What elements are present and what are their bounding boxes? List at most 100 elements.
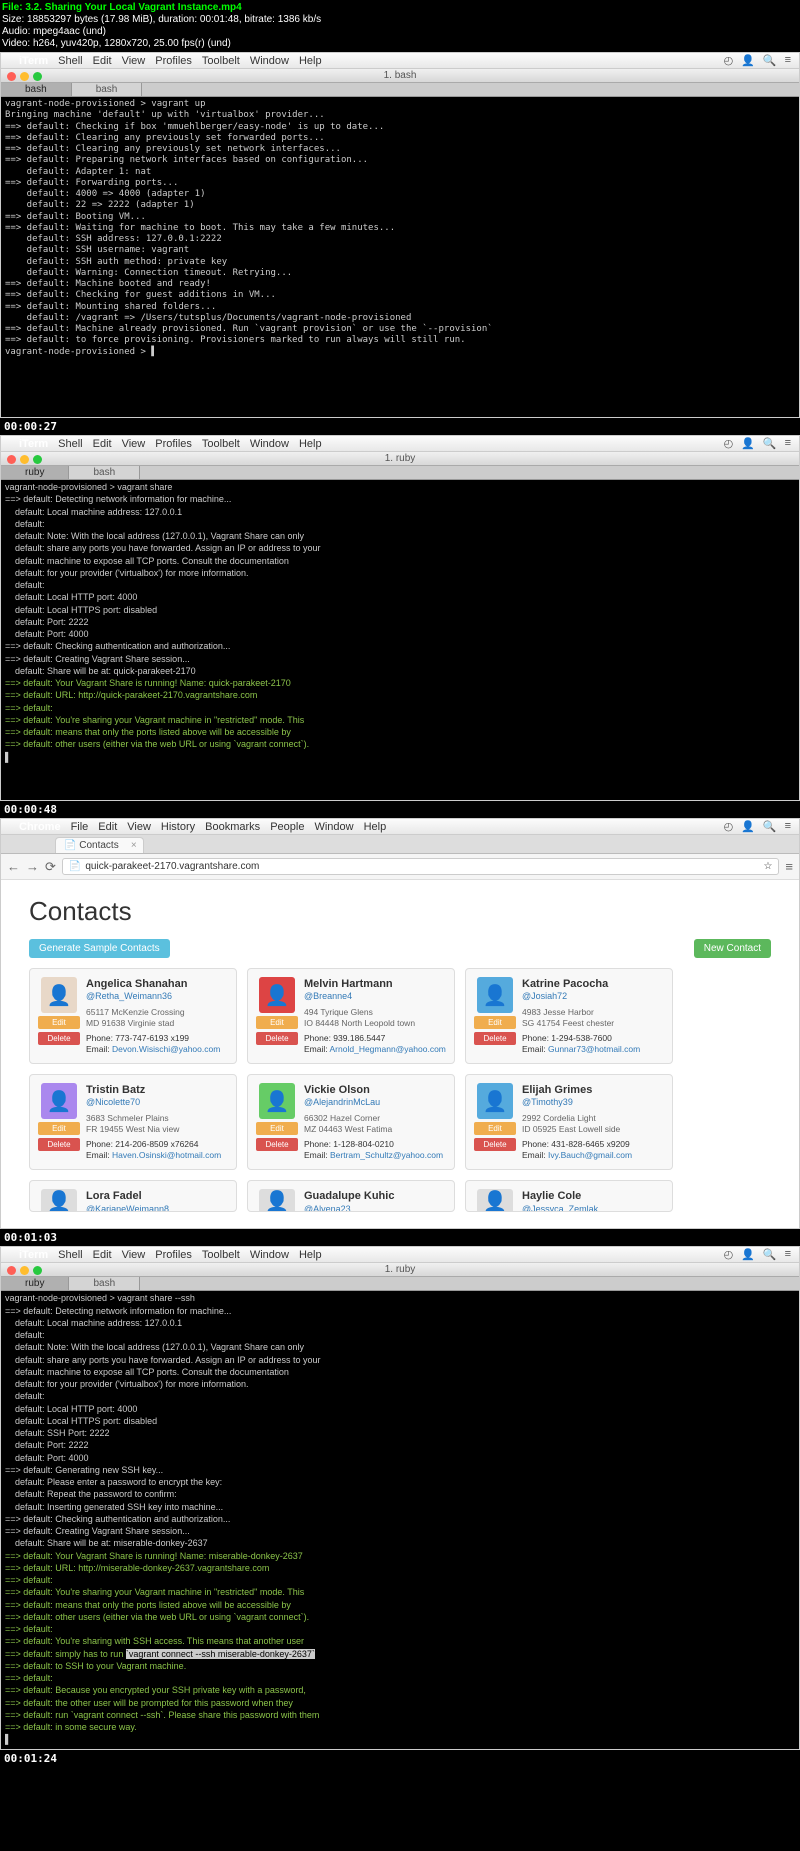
contact-handle[interactable]: @KarianeWeimann8	[86, 1204, 228, 1213]
maximize-icon[interactable]	[33, 839, 42, 848]
menu-edit[interactable]: Edit	[93, 438, 112, 450]
minimize-icon[interactable]	[20, 839, 29, 848]
tab-ruby[interactable]: ruby	[1, 1277, 69, 1290]
menu-shell[interactable]: Shell	[58, 55, 82, 67]
browser-tab[interactable]: 📄 Contacts×	[55, 837, 144, 853]
app-name[interactable]: iTerm	[19, 438, 48, 450]
edit-button[interactable]: Edit	[474, 1122, 516, 1135]
tab-bash[interactable]: bash	[69, 1277, 140, 1290]
menu-toolbelt[interactable]: Toolbelt	[202, 1249, 240, 1261]
email-link[interactable]: Haven.Osinski@hotmail.com	[112, 1150, 221, 1160]
edit-button[interactable]: Edit	[474, 1016, 516, 1029]
back-button[interactable]: ←	[7, 859, 20, 874]
terminal-output-1[interactable]: vagrant-node-provisioned > vagrant up Br…	[1, 97, 799, 417]
search-icon[interactable]: 🔍	[763, 54, 777, 67]
reload-button[interactable]: ⟳	[45, 859, 56, 875]
menu-edit[interactable]: Edit	[93, 1249, 112, 1261]
menu-toolbelt[interactable]: Toolbelt	[202, 55, 240, 67]
close-icon[interactable]	[7, 1266, 16, 1275]
search-icon[interactable]: 🔍	[763, 1248, 777, 1261]
tab-bash[interactable]: bash	[69, 466, 140, 479]
minimize-icon[interactable]	[20, 1266, 29, 1275]
user-icon[interactable]: 👤	[741, 54, 755, 67]
tab-bash-1[interactable]: bash	[1, 83, 72, 96]
menu-window[interactable]: Window	[250, 55, 289, 67]
contact-handle[interactable]: @Retha_Weimann36	[86, 991, 228, 1003]
maximize-icon[interactable]	[33, 1266, 42, 1275]
menu-icon[interactable]: ≡	[785, 54, 791, 67]
contact-handle[interactable]: @Jessyca_Zemlak	[522, 1204, 664, 1213]
search-icon[interactable]: 🔍	[763, 437, 777, 450]
menu-toolbelt[interactable]: Toolbelt	[202, 438, 240, 450]
forward-button[interactable]: →	[26, 859, 39, 874]
menu-edit[interactable]: Edit	[98, 821, 117, 833]
menu-profiles[interactable]: Profiles	[155, 1249, 192, 1261]
new-contact-button[interactable]: New Contact	[694, 939, 771, 958]
menu-window[interactable]: Window	[250, 1249, 289, 1261]
delete-button[interactable]: Delete	[38, 1138, 80, 1151]
close-icon[interactable]	[7, 72, 16, 81]
menu-people[interactable]: People	[270, 821, 304, 833]
clock-icon[interactable]: ◴	[724, 820, 734, 833]
menu-icon[interactable]: ≡	[785, 1248, 791, 1261]
edit-button[interactable]: Edit	[38, 1122, 80, 1135]
menu-view[interactable]: View	[122, 438, 146, 450]
menu-window[interactable]: Window	[250, 438, 289, 450]
minimize-icon[interactable]	[20, 72, 29, 81]
menu-icon[interactable]: ≡	[785, 437, 791, 450]
menu-shell[interactable]: Shell	[58, 438, 82, 450]
close-icon[interactable]	[7, 455, 16, 464]
clock-icon[interactable]: ◴	[724, 437, 734, 450]
user-icon[interactable]: 👤	[741, 437, 755, 450]
edit-button[interactable]: Edit	[38, 1016, 80, 1029]
maximize-icon[interactable]	[33, 72, 42, 81]
minimize-icon[interactable]	[20, 455, 29, 464]
email-link[interactable]: Devon.Wisischi@yahoo.com	[112, 1044, 220, 1054]
contact-handle[interactable]: @Josiah72	[522, 991, 664, 1003]
menu-history[interactable]: History	[161, 821, 195, 833]
close-icon[interactable]	[7, 839, 16, 848]
menu-view[interactable]: View	[122, 55, 146, 67]
menu-shell[interactable]: Shell	[58, 1249, 82, 1261]
tab-ruby[interactable]: ruby	[1, 466, 69, 479]
menu-help[interactable]: Help	[299, 1249, 322, 1261]
menu-window[interactable]: Window	[314, 821, 353, 833]
menu-profiles[interactable]: Profiles	[155, 438, 192, 450]
contact-handle[interactable]: @Nicolette70	[86, 1097, 228, 1109]
tab-bash-2[interactable]: bash	[72, 83, 143, 96]
clock-icon[interactable]: ◴	[724, 1248, 734, 1261]
edit-button[interactable]: Edit	[256, 1016, 298, 1029]
star-icon[interactable]: ☆	[763, 861, 772, 872]
contact-handle[interactable]: @Timothy39	[522, 1097, 664, 1109]
contact-handle[interactable]: @Alvena23	[304, 1204, 446, 1213]
edit-button[interactable]: Edit	[256, 1122, 298, 1135]
clock-icon[interactable]: ◴	[724, 54, 734, 67]
app-name[interactable]: Chrome	[19, 821, 61, 833]
menu-bookmarks[interactable]: Bookmarks	[205, 821, 260, 833]
email-link[interactable]: Bertram_Schultz@yahoo.com	[330, 1150, 443, 1160]
app-name[interactable]: iTerm	[19, 1249, 48, 1261]
menu-view[interactable]: View	[122, 1249, 146, 1261]
delete-button[interactable]: Delete	[38, 1032, 80, 1045]
terminal-output-2[interactable]: vagrant-node-provisioned > vagrant share…	[1, 480, 799, 800]
menu-profiles[interactable]: Profiles	[155, 55, 192, 67]
menu-view[interactable]: View	[127, 821, 151, 833]
menu-help[interactable]: Help	[299, 438, 322, 450]
menu-icon[interactable]: ≡	[785, 859, 793, 874]
contact-handle[interactable]: @Breanne4	[304, 991, 446, 1003]
email-link[interactable]: Ivy.Bauch@gmail.com	[548, 1150, 632, 1160]
search-icon[interactable]: 🔍	[763, 820, 777, 833]
terminal-output-3[interactable]: vagrant-node-provisioned > vagrant share…	[1, 1291, 799, 1748]
email-link[interactable]: Gunnar73@hotmail.com	[548, 1044, 640, 1054]
user-icon[interactable]: 👤	[741, 820, 755, 833]
delete-button[interactable]: Delete	[474, 1138, 516, 1151]
menu-icon[interactable]: ≡	[785, 820, 791, 833]
delete-button[interactable]: Delete	[256, 1032, 298, 1045]
menu-help[interactable]: Help	[299, 55, 322, 67]
user-icon[interactable]: 👤	[741, 1248, 755, 1261]
menu-edit[interactable]: Edit	[93, 55, 112, 67]
app-name[interactable]: iTerm	[19, 55, 48, 67]
menu-help[interactable]: Help	[364, 821, 387, 833]
tab-close-icon[interactable]: ×	[131, 840, 137, 851]
email-link[interactable]: Arnold_Hegmann@yahoo.com	[330, 1044, 446, 1054]
